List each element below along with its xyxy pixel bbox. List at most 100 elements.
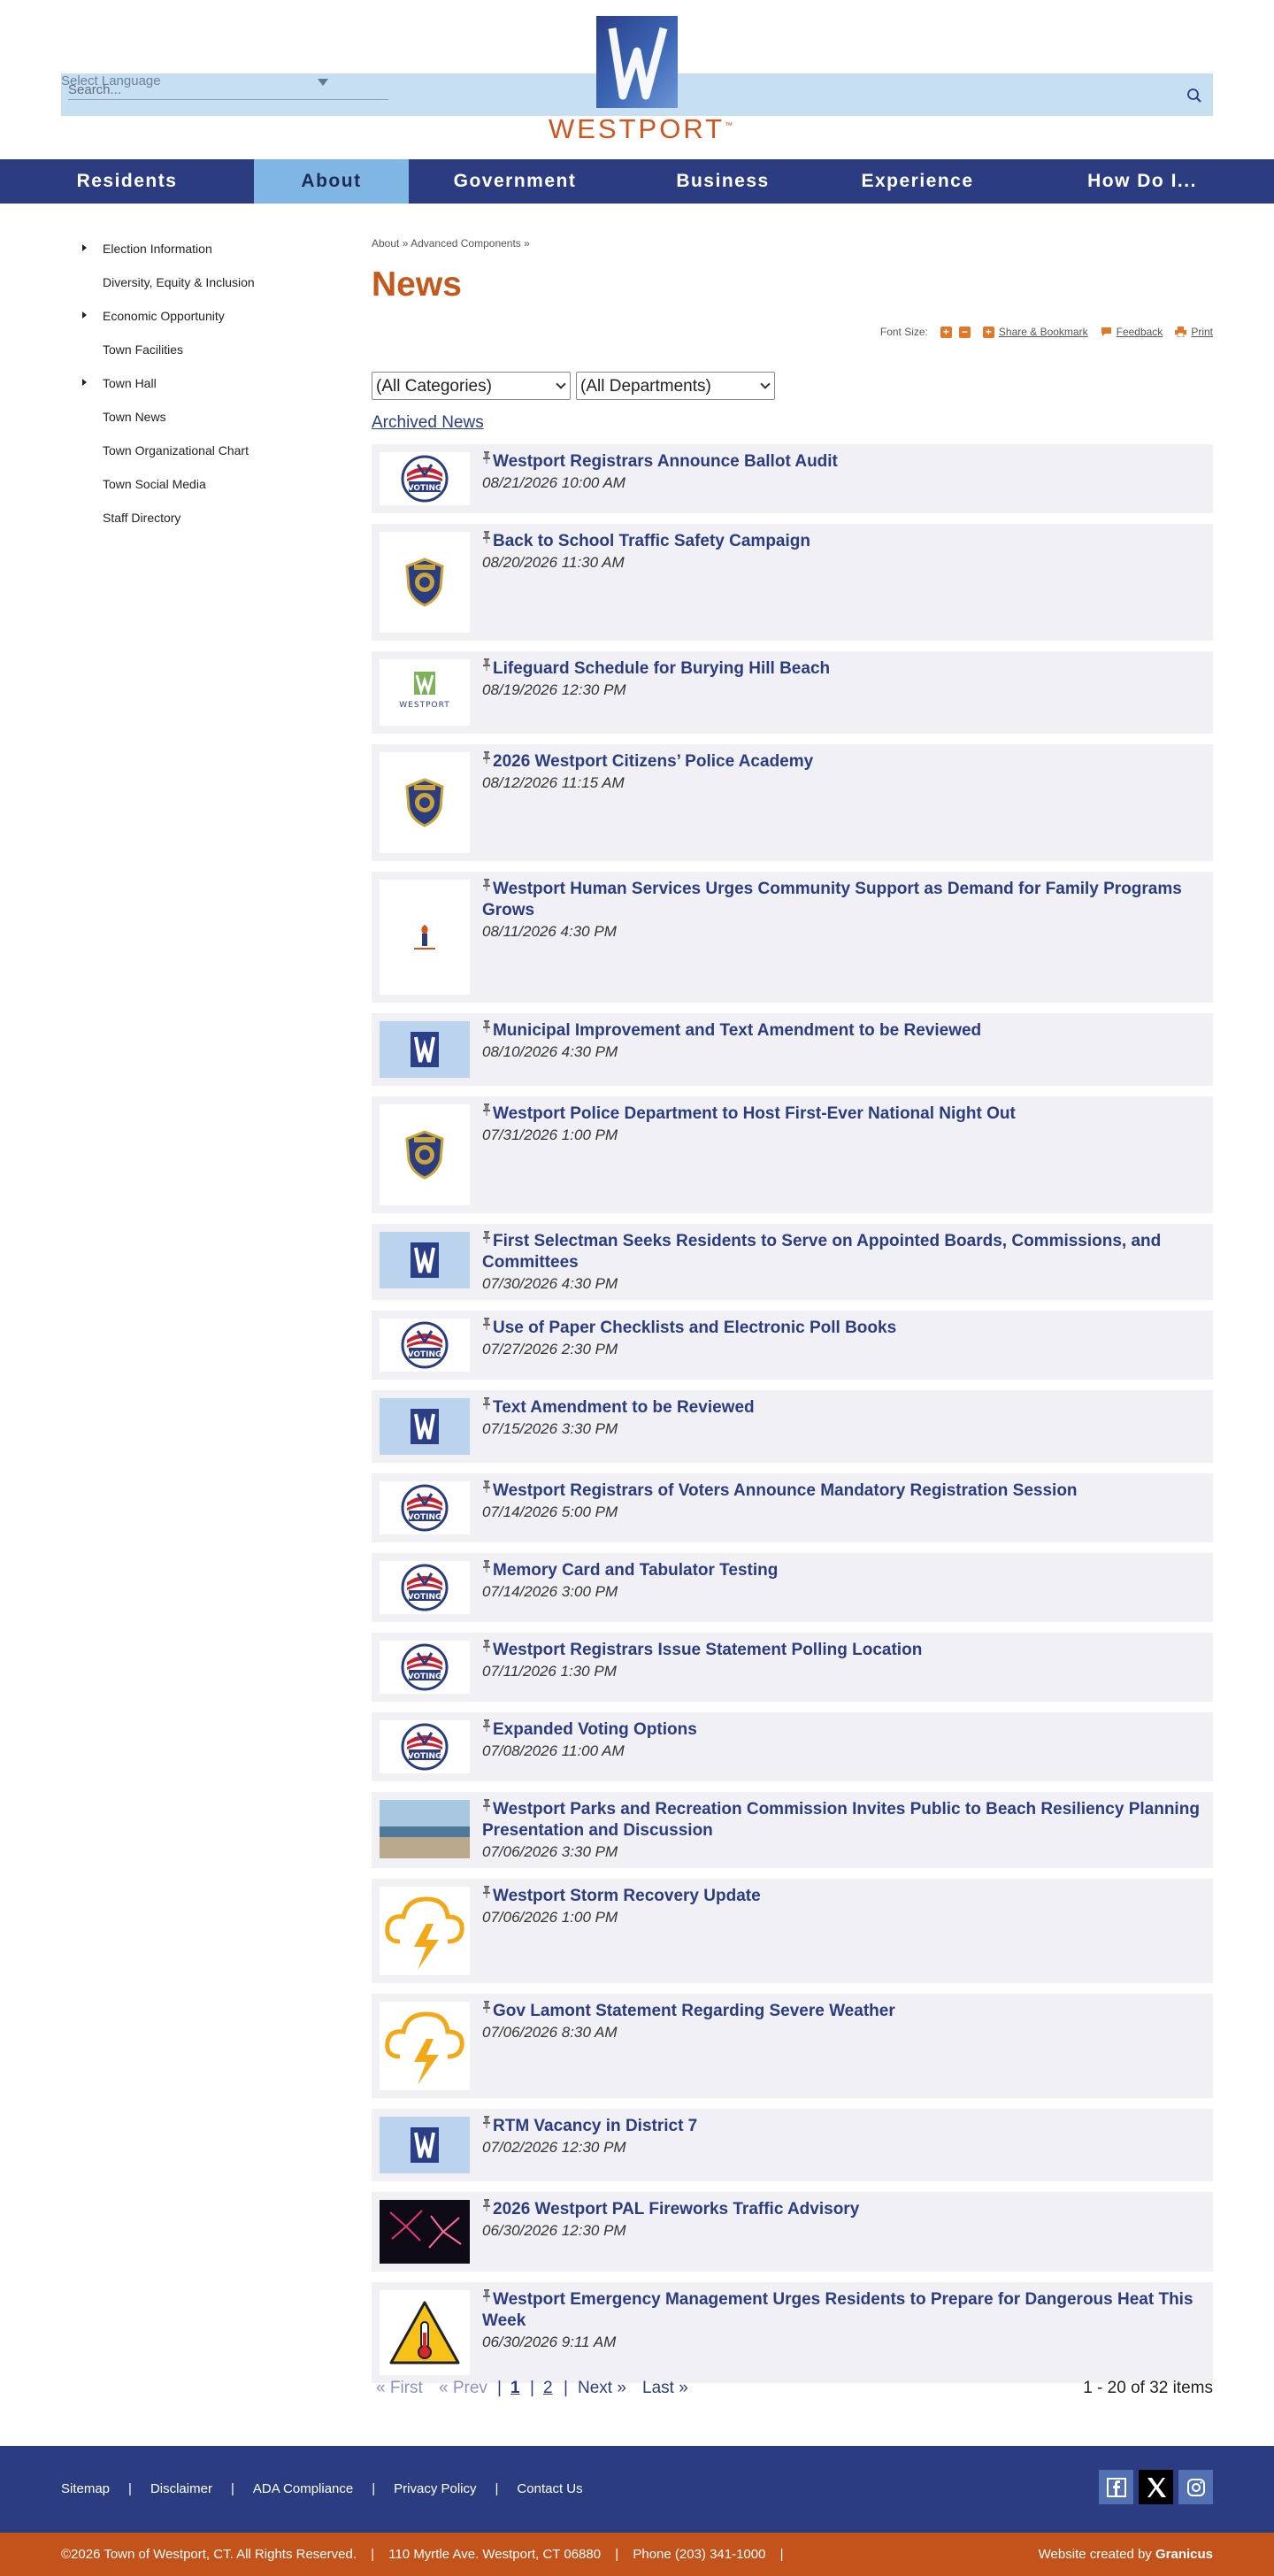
news-title-gov-lamont-statement-regarding-severe-we[interactable]: Gov Lamont Statement Regarding Severe We… xyxy=(482,2001,1206,2022)
pagination-next[interactable]: Next » xyxy=(578,2379,626,2398)
news-thumbnail-voting-icon[interactable]: VOTING xyxy=(380,1720,470,1773)
news-thumbnail-storm-icon[interactable] xyxy=(380,1887,470,1975)
feedback-icon[interactable] xyxy=(1101,327,1112,337)
news-title-rtm-vacancy-in-district-7[interactable]: RTM Vacancy in District 7 xyxy=(482,2116,1206,2137)
sidebar-item-staff-directory[interactable]: Staff Directory xyxy=(71,506,336,540)
nav-how-do-i[interactable]: How Do I... xyxy=(1010,159,1274,204)
print-icon[interactable] xyxy=(1175,327,1187,338)
news-thumbnail-voting-icon[interactable]: VOTING xyxy=(380,1319,470,1372)
news-title-text[interactable]: Memory Card and Tabulator Testing xyxy=(493,1561,778,1580)
pagination-page-1[interactable]: 1 xyxy=(510,2379,520,2398)
news-title-westport-parks-and-recreation-commission[interactable]: Westport Parks and Recreation Commission… xyxy=(482,1799,1206,1842)
news-title-text[interactable]: Lifeguard Schedule for Burying Hill Beac… xyxy=(493,659,830,678)
pagination-prev[interactable]: « Prev xyxy=(439,2379,487,2398)
news-title-text[interactable]: 2026 Westport Citizens’ Police Academy xyxy=(493,752,813,771)
sidebar-item-org-chart[interactable]: Town Organizational Chart xyxy=(71,439,336,473)
instagram-icon[interactable] xyxy=(1178,2470,1213,2504)
news-thumbnail-heat-icon[interactable] xyxy=(380,2290,470,2375)
search-icon[interactable] xyxy=(1186,88,1202,104)
news-title-westport-registrars-of-voters-announce-m[interactable]: Westport Registrars of Voters Announce M… xyxy=(482,1480,1206,1502)
site-logo[interactable]: WESTPORT™ xyxy=(549,16,733,144)
news-title-text[interactable]: Westport Storm Recovery Update xyxy=(493,1887,761,1905)
footer-link-contact[interactable]: Contact Us xyxy=(517,2481,582,2496)
news-title-text[interactable]: First Selectman Seeks Residents to Serve… xyxy=(482,1232,1161,1272)
news-title-text[interactable]: Back to School Traffic Safety Campaign xyxy=(493,532,810,550)
font-decrease-icon[interactable]: − xyxy=(958,326,971,338)
nav-residents[interactable]: Residents xyxy=(0,159,254,204)
news-title-memory-card-and-tabulator-testing[interactable]: Memory Card and Tabulator Testing xyxy=(482,1560,1206,1581)
news-title-westport-storm-recovery-update[interactable]: Westport Storm Recovery Update xyxy=(482,1886,1206,1907)
news-title-back-to-school-traffic-safety-campaign[interactable]: Back to School Traffic Safety Campaign xyxy=(482,531,1206,552)
news-title-text[interactable]: Gov Lamont Statement Regarding Severe We… xyxy=(493,2002,895,2020)
news-thumbnail-storm-icon[interactable] xyxy=(380,2002,470,2090)
news-thumbnail-voting-icon[interactable]: VOTING xyxy=(380,1481,470,1534)
share-bookmark-link[interactable]: Share & Bookmark xyxy=(999,326,1088,338)
news-title-first-selectman-seeks-residents-to-serve[interactable]: First Selectman Seeks Residents to Serve… xyxy=(482,1231,1206,1273)
facebook-icon[interactable] xyxy=(1099,2470,1133,2504)
sidebar-item-diversity[interactable]: Diversity, Equity & Inclusion xyxy=(71,271,336,304)
nav-experience[interactable]: Experience xyxy=(825,159,1010,204)
news-title-text[interactable]: Westport Registrars Issue Statement Poll… xyxy=(493,1641,922,1659)
news-title-text[interactable]: Westport Human Services Urges Community … xyxy=(482,880,1182,919)
news-thumbnail-w-icon[interactable] xyxy=(380,2117,470,2173)
news-title-text[interactable]: Westport Registrars of Voters Announce M… xyxy=(493,1481,1078,1500)
news-thumbnail-westport-icon[interactable]: WESTPORT xyxy=(380,659,470,726)
sidebar-item-election-information[interactable]: Election Information xyxy=(71,237,336,271)
news-thumbnail-police-icon[interactable] xyxy=(380,752,470,853)
news-thumbnail-fireworks-icon[interactable] xyxy=(380,2200,470,2264)
pagination-last[interactable]: Last » xyxy=(642,2379,688,2398)
category-select[interactable]: (All Categories) xyxy=(372,372,571,400)
news-title-westport-human-services-urges-community-[interactable]: Westport Human Services Urges Community … xyxy=(482,879,1206,921)
expand-arrow-icon[interactable] xyxy=(82,379,87,386)
news-title-expanded-voting-options[interactable]: Expanded Voting Options xyxy=(482,1719,1206,1741)
sidebar-item-social-media[interactable]: Town Social Media xyxy=(71,473,336,506)
news-thumbnail-human-icon[interactable] xyxy=(380,880,470,995)
news-thumbnail-w-icon[interactable] xyxy=(380,1232,470,1288)
news-title-use-of-paper-checklists-and-electronic-p[interactable]: Use of Paper Checklists and Electronic P… xyxy=(482,1318,1206,1339)
news-title-2026-westport-pal-fireworks-traffic-advi[interactable]: 2026 Westport PAL Fireworks Traffic Advi… xyxy=(482,2199,1206,2220)
news-title-text[interactable]: 2026 Westport PAL Fireworks Traffic Advi… xyxy=(493,2200,859,2218)
news-thumbnail-voting-icon[interactable]: VOTING xyxy=(380,1561,470,1614)
news-title-text[interactable]: Text Amendment to be Reviewed xyxy=(493,1398,755,1417)
footer-link-disclaimer[interactable]: Disclaimer xyxy=(150,2481,212,2496)
news-title-text[interactable]: Westport Emergency Management Urges Resi… xyxy=(482,2290,1193,2330)
breadcrumb-about[interactable]: About xyxy=(372,237,399,250)
sidebar-item-economic-opportunity[interactable]: Economic Opportunity xyxy=(71,304,336,338)
news-title-westport-emergency-management-urges-resi[interactable]: Westport Emergency Management Urges Resi… xyxy=(482,2289,1206,2332)
news-title-text[interactable]: Westport Registrars Announce Ballot Audi… xyxy=(493,452,838,471)
sidebar-item-town-hall[interactable]: Town Hall xyxy=(71,372,336,405)
footer-link-privacy[interactable]: Privacy Policy xyxy=(394,2481,476,2496)
search-input[interactable] xyxy=(68,81,388,100)
nav-business[interactable]: Business xyxy=(621,159,825,204)
news-title-text[interactable]: Westport Police Department to Host First… xyxy=(493,1104,1016,1123)
news-thumbnail-w-icon[interactable] xyxy=(380,1398,470,1455)
news-thumbnail-voting-icon[interactable]: VOTING xyxy=(380,1641,470,1694)
news-title-westport-registrars-issue-statement-poll[interactable]: Westport Registrars Issue Statement Poll… xyxy=(482,1640,1206,1661)
news-thumbnail-voting-icon[interactable]: VOTING xyxy=(380,452,470,505)
news-title-text-amendment-to-be-reviewed[interactable]: Text Amendment to be Reviewed xyxy=(482,1397,1206,1419)
news-thumbnail-police-icon[interactable] xyxy=(380,532,470,633)
news-title-text[interactable]: Use of Paper Checklists and Electronic P… xyxy=(493,1319,896,1337)
sidebar-item-town-news[interactable]: Town News xyxy=(71,405,336,439)
sidebar-item-town-facilities[interactable]: Town Facilities xyxy=(71,338,336,372)
footer-link-sitemap[interactable]: Sitemap xyxy=(61,2481,110,2496)
nav-government[interactable]: Government xyxy=(409,159,621,204)
print-link[interactable]: Print xyxy=(1191,326,1213,338)
footer-link-ada[interactable]: ADA Compliance xyxy=(253,2481,353,2496)
pagination-page-2[interactable]: 2 xyxy=(543,2379,553,2398)
archived-news-link[interactable]: Archived News xyxy=(372,413,484,433)
x-twitter-icon[interactable] xyxy=(1139,2470,1173,2504)
feedback-link[interactable]: Feedback xyxy=(1117,326,1163,338)
news-title-lifeguard-schedule-for-burying-hill-beac[interactable]: Lifeguard Schedule for Burying Hill Beac… xyxy=(482,658,1206,680)
nav-about[interactable]: About xyxy=(254,159,409,204)
news-title-2026-westport-citizens-police-academy[interactable]: 2026 Westport Citizens’ Police Academy xyxy=(482,751,1206,773)
expand-arrow-icon[interactable] xyxy=(82,244,87,251)
font-increase-icon[interactable]: + xyxy=(940,326,952,338)
news-thumbnail-w-icon[interactable] xyxy=(380,1021,470,1078)
news-title-text[interactable]: Municipal Improvement and Text Amendment… xyxy=(493,1021,981,1040)
department-select[interactable]: (All Departments) xyxy=(576,372,775,400)
expand-arrow-icon[interactable] xyxy=(82,311,87,319)
news-title-westport-registrars-announce-ballot-audi[interactable]: Westport Registrars Announce Ballot Audi… xyxy=(482,451,1206,473)
news-title-text[interactable]: RTM Vacancy in District 7 xyxy=(493,2117,697,2135)
breadcrumb-advanced-components[interactable]: Advanced Components xyxy=(411,237,521,250)
